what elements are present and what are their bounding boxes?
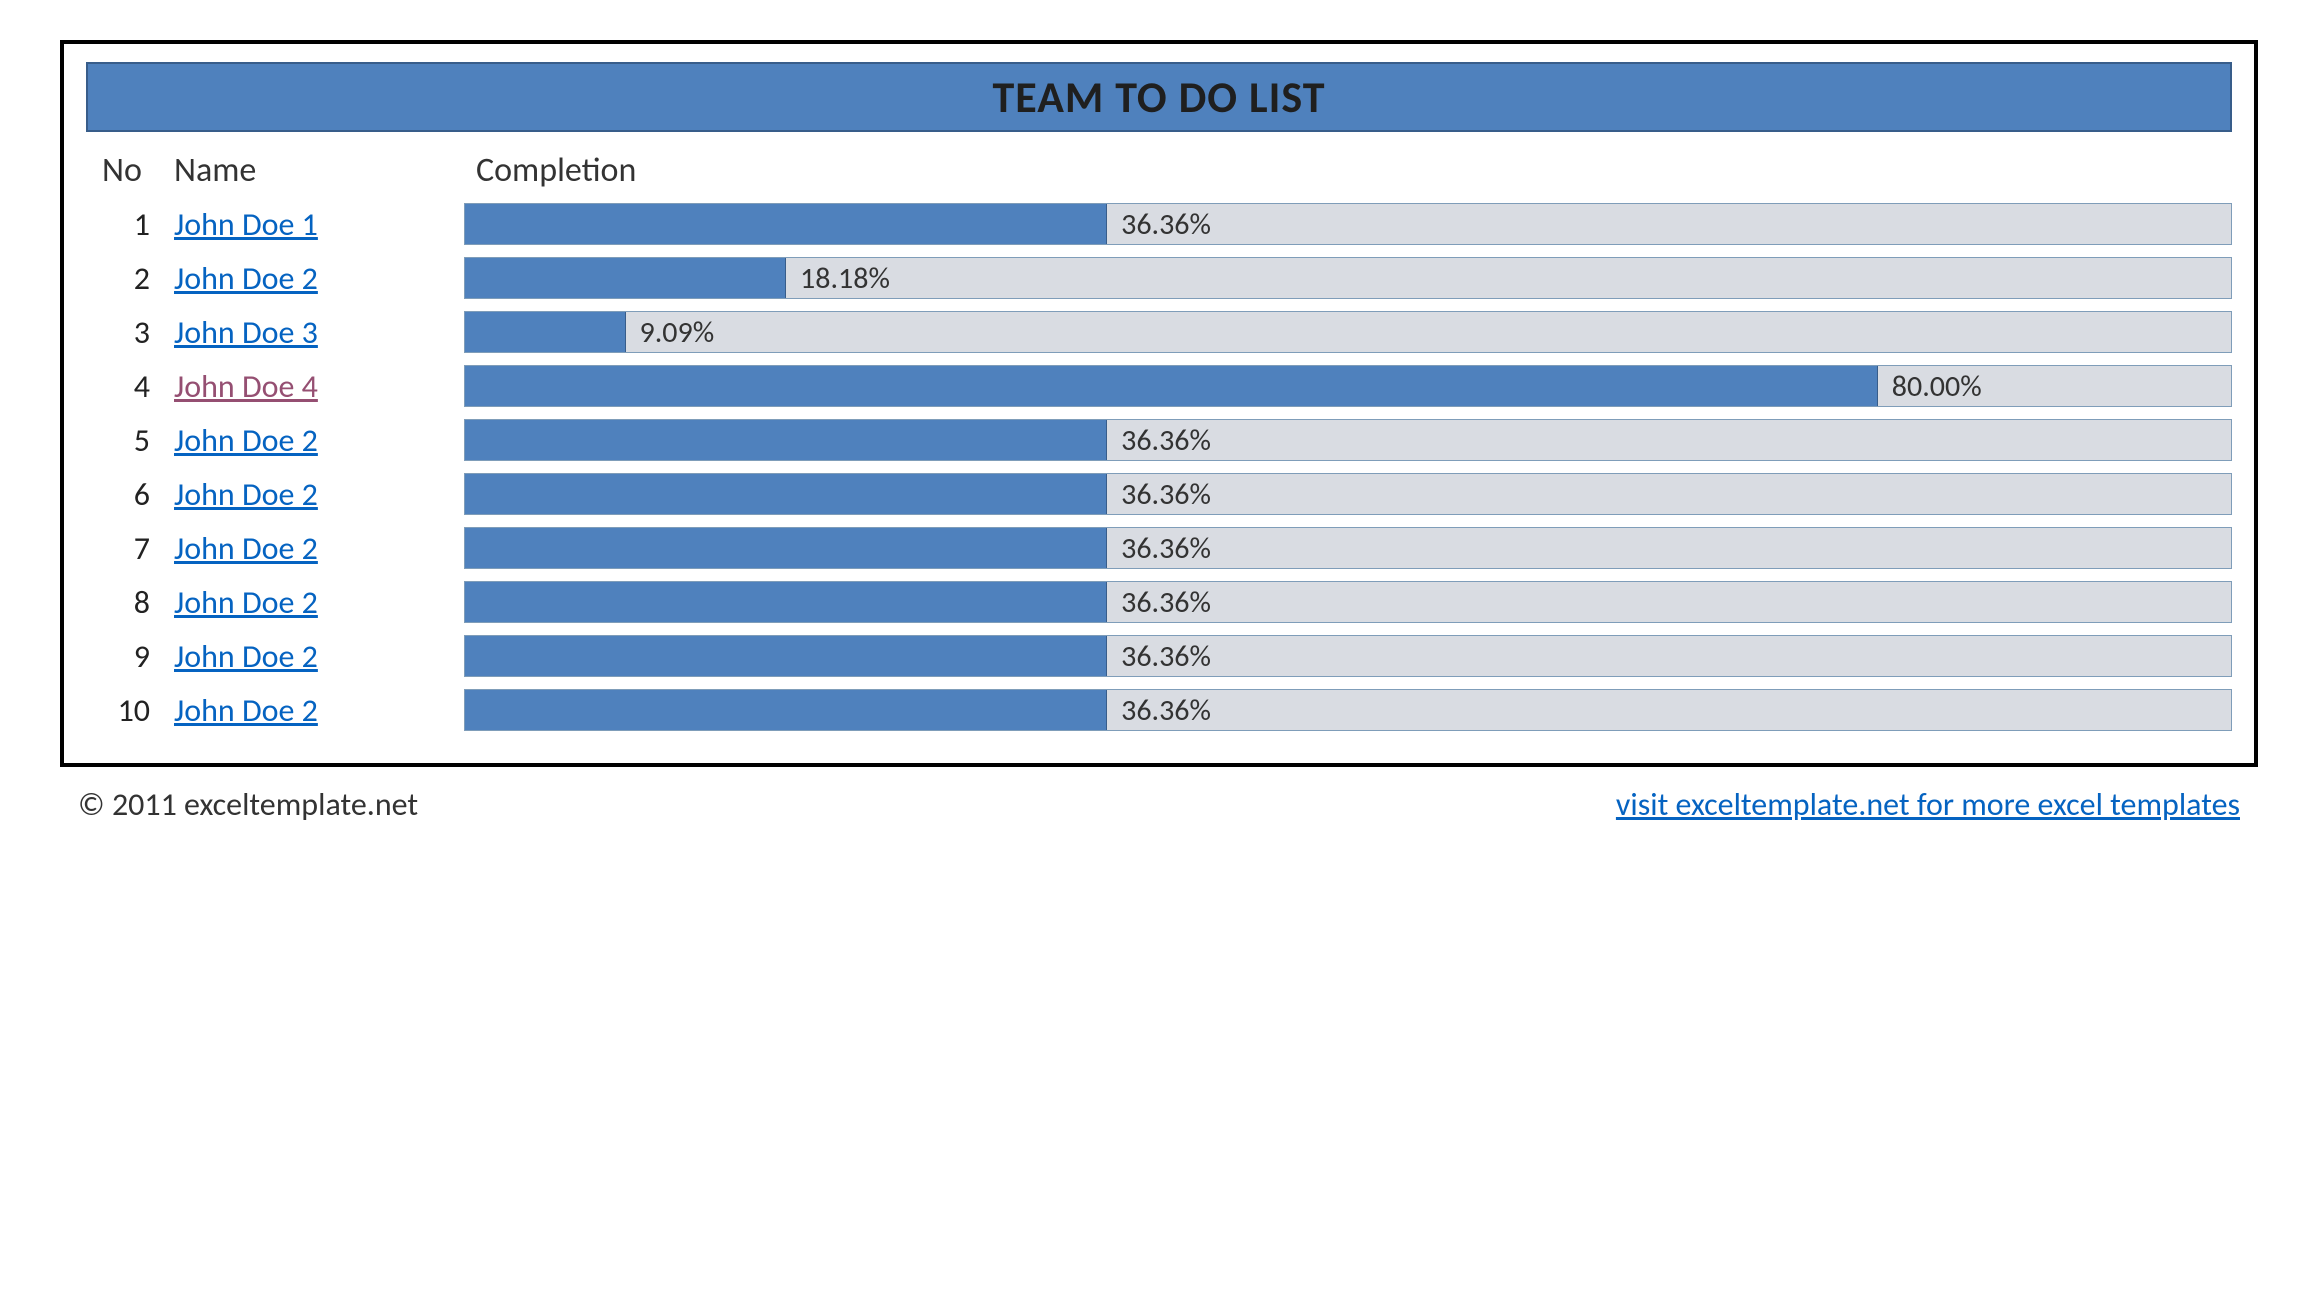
name-link[interactable]: John Doe 3 <box>174 313 318 352</box>
progress-bar: 80.00% <box>464 365 2232 407</box>
table-header-row: No Name Completion <box>86 150 2232 191</box>
progress-bar: 36.36% <box>464 419 2232 461</box>
row-number: 10 <box>86 691 174 730</box>
row-name-cell: John Doe 4 <box>174 367 464 406</box>
table-row: 4John Doe 4 80.00% <box>86 365 2232 407</box>
title-bar: TEAM TO DO LIST <box>86 62 2232 132</box>
table-row: 5John Doe 2 36.36% <box>86 419 2232 461</box>
progress-bar-fill <box>465 312 626 352</box>
rows-container: 1John Doe 136.36%2John Doe 218.18%3John … <box>86 203 2232 731</box>
completion-table: No Name Completion 1John Doe 136.36%2Joh… <box>86 150 2232 731</box>
row-number: 4 <box>86 367 174 406</box>
progress-bar-label: 36.36% <box>1107 584 1211 621</box>
name-link[interactable]: John Doe 2 <box>174 691 318 730</box>
name-link[interactable]: John Doe 2 <box>174 475 318 514</box>
footer-link[interactable]: visit exceltemplate.net for more excel t… <box>1616 785 2240 824</box>
progress-bar-label: 36.36% <box>1107 422 1211 459</box>
name-link[interactable]: John Doe 2 <box>174 637 318 676</box>
row-name-cell: John Doe 2 <box>174 583 464 622</box>
progress-bar-fill <box>465 204 1107 244</box>
row-number: 9 <box>86 637 174 676</box>
progress-bar-fill <box>465 474 1107 514</box>
table-row: 9John Doe 2 36.36% <box>86 635 2232 677</box>
progress-bar-label: 80.00% <box>1878 368 1982 405</box>
progress-bar: 18.18% <box>464 257 2232 299</box>
progress-bar-label: 18.18% <box>786 260 890 297</box>
name-link[interactable]: John Doe 2 <box>174 529 318 568</box>
footer-copyright: © 2011 exceltemplate.net <box>78 785 418 824</box>
header-no: No <box>86 150 174 191</box>
header-completion: Completion <box>464 150 2232 191</box>
table-row: 1John Doe 1 36.36% <box>86 203 2232 245</box>
row-number: 2 <box>86 259 174 298</box>
row-number: 5 <box>86 421 174 460</box>
row-number: 1 <box>86 205 174 244</box>
name-link[interactable]: John Doe 4 <box>174 367 318 406</box>
progress-bar-fill <box>465 420 1107 460</box>
row-name-cell: John Doe 2 <box>174 421 464 460</box>
progress-bar: 9.09% <box>464 311 2232 353</box>
name-link[interactable]: John Doe 1 <box>174 205 318 244</box>
name-link[interactable]: John Doe 2 <box>174 259 318 298</box>
footer: © 2011 exceltemplate.net visit exceltemp… <box>60 785 2258 824</box>
progress-bar-fill <box>465 690 1107 730</box>
row-name-cell: John Doe 2 <box>174 475 464 514</box>
row-name-cell: John Doe 2 <box>174 529 464 568</box>
progress-bar-fill <box>465 636 1107 676</box>
progress-bar: 36.36% <box>464 473 2232 515</box>
progress-bar-label: 36.36% <box>1107 530 1211 567</box>
table-row: 10John Doe 2 36.36% <box>86 689 2232 731</box>
main-container: TEAM TO DO LIST No Name Completion 1John… <box>60 40 2258 767</box>
table-row: 2John Doe 2 18.18% <box>86 257 2232 299</box>
row-number: 7 <box>86 529 174 568</box>
row-name-cell: John Doe 2 <box>174 637 464 676</box>
progress-bar: 36.36% <box>464 635 2232 677</box>
table-row: 7John Doe 2 36.36% <box>86 527 2232 569</box>
progress-bar-fill <box>465 528 1107 568</box>
table-row: 8John Doe 2 36.36% <box>86 581 2232 623</box>
row-name-cell: John Doe 2 <box>174 259 464 298</box>
progress-bar-label: 36.36% <box>1107 476 1211 513</box>
progress-bar-fill <box>465 366 1878 406</box>
progress-bar: 36.36% <box>464 581 2232 623</box>
progress-bar-fill <box>465 582 1107 622</box>
progress-bar: 36.36% <box>464 203 2232 245</box>
header-name: Name <box>174 150 464 191</box>
table-row: 6John Doe 2 36.36% <box>86 473 2232 515</box>
progress-bar-label: 9.09% <box>626 314 715 351</box>
row-number: 8 <box>86 583 174 622</box>
progress-bar: 36.36% <box>464 689 2232 731</box>
title-text: TEAM TO DO LIST <box>992 70 1325 124</box>
row-number: 6 <box>86 475 174 514</box>
progress-bar: 36.36% <box>464 527 2232 569</box>
name-link[interactable]: John Doe 2 <box>174 583 318 622</box>
progress-bar-fill <box>465 258 786 298</box>
row-name-cell: John Doe 3 <box>174 313 464 352</box>
progress-bar-label: 36.36% <box>1107 692 1211 729</box>
progress-bar-label: 36.36% <box>1107 638 1211 675</box>
table-row: 3John Doe 3 9.09% <box>86 311 2232 353</box>
row-number: 3 <box>86 313 174 352</box>
row-name-cell: John Doe 1 <box>174 205 464 244</box>
progress-bar-label: 36.36% <box>1107 206 1211 243</box>
row-name-cell: John Doe 2 <box>174 691 464 730</box>
name-link[interactable]: John Doe 2 <box>174 421 318 460</box>
